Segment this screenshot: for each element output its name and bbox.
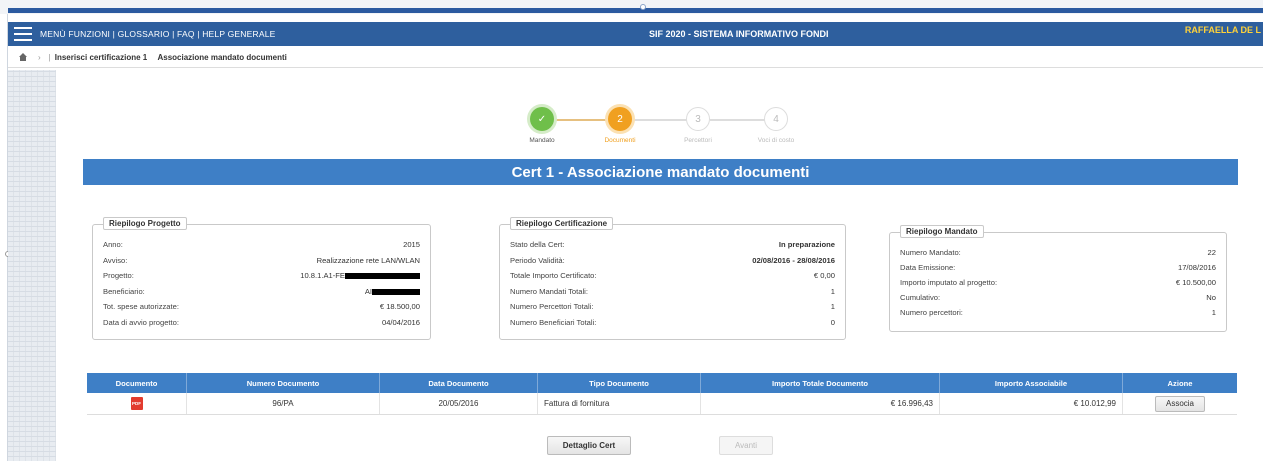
kv-row: Totale Importo Certificato: € 0,00 (510, 271, 835, 280)
user-name[interactable]: RAFFAELLA DE L (1185, 25, 1261, 35)
step-label-voci: Voci di costo (757, 137, 795, 144)
dettaglio-cert-button[interactable]: Dettaglio Cert (547, 436, 631, 455)
kv-row: Numero Beneficiari Totali: 0 (510, 318, 835, 327)
breadcrumb: › | Inserisci certificazione 1 Associazi… (8, 48, 1263, 68)
step-label-percettori: Percettori (684, 137, 712, 144)
redaction-bar (372, 289, 420, 295)
redaction-bar (345, 273, 420, 279)
riepilogo-progetto-box: Riepilogo Progetto Anno: 2015 Avviso: Real… (92, 217, 431, 340)
wizard-stepper: ✓ 2 3 4 Mandato Documenti Percettori Voc… (520, 107, 820, 149)
cell-importo-totale: € 16.996,43 (701, 393, 940, 414)
step-voci-circle: 4 (764, 107, 788, 131)
documenti-table: Documento Numero Documento Data Document… (87, 373, 1237, 415)
riepilogo-mandato-box: Riepilogo Mandato Numero Mandato: 22 Data… (889, 225, 1227, 332)
home-icon[interactable] (18, 53, 28, 62)
step-label-documenti: Documenti (604, 137, 636, 144)
step-percettori-circle: 3 (686, 107, 710, 131)
column-header: Documento (87, 373, 187, 393)
page-title-banner: Cert 1 - Associazione mandato documenti (83, 159, 1238, 185)
column-header: Azione (1167, 378, 1193, 388)
kv-row: Avviso: Realizzazione rete LAN/WLAN (103, 256, 420, 265)
window-top-bar (8, 8, 1263, 13)
kv-row: Data Emissione: 17/08/2016 (900, 263, 1216, 272)
step-connector (632, 119, 692, 121)
kv-row: Stato della Cert: In preparazione (510, 240, 835, 249)
associa-button[interactable]: Associa (1155, 395, 1205, 412)
column-header: Importo Associabile (940, 373, 1123, 393)
kv-row: Cumulativo: No (900, 293, 1216, 302)
kv-row: Numero Mandato: 22 (900, 248, 1216, 257)
cell-importo-associabile: € 10.012,99 (940, 393, 1123, 414)
header-menu-links[interactable]: MENÙ FUNZIONI | GLOSSARIO | FAQ | HELP G… (40, 29, 276, 39)
sidebar-panel (8, 70, 56, 461)
kv-row: Beneficiario: AI (103, 287, 420, 299)
column-header: Data Documento (380, 373, 538, 393)
kv-row: Tot. spese autorizzate: € 18.500,00 (103, 302, 420, 311)
column-header: Numero Documento (187, 373, 380, 393)
pdf-icon[interactable]: PDF (130, 397, 143, 410)
window-top-strip (0, 0, 1263, 14)
kv-row: Progetto: 10.8.1.A1-FE (103, 271, 420, 283)
riepilogo-certificazione-box: Riepilogo Certificazione Stato della Cer… (499, 217, 846, 340)
left-edge (0, 14, 11, 461)
resize-handle[interactable] (640, 4, 646, 10)
table-header: Documento Numero Documento Data Document… (87, 373, 1237, 393)
kv-row: Periodo Validità: 02/08/2016 - 28/08/2016 (510, 256, 835, 265)
table-row: PDF 96/PA 20/05/2016 Fattura di fornitur… (87, 393, 1237, 415)
breadcrumb-item-inserisci[interactable]: Inserisci certificazione 1 (55, 53, 148, 62)
step-documenti-circle[interactable]: 2 (608, 107, 632, 131)
step-connector (710, 119, 770, 121)
step-label-mandato: Mandato (529, 137, 555, 144)
breadcrumb-item-associazione: Associazione mandato documenti (157, 53, 287, 62)
step-connector (554, 119, 614, 121)
kv-row: Data di avvio progetto: 04/04/2016 (103, 318, 420, 327)
box-title: Riepilogo Certificazione (510, 217, 614, 230)
kv-row: Numero percettori: 1 (900, 308, 1216, 317)
kv-row: Importo imputato al progetto: € 10.500,00 (900, 278, 1216, 287)
kv-row: Numero Mandati Totali: 1 (510, 287, 835, 296)
step-mandato-check-icon[interactable]: ✓ (530, 107, 554, 131)
column-header: Importo Totale Documento (701, 373, 940, 393)
cell-data: 20/05/2016 (380, 393, 538, 414)
box-title: Riepilogo Mandato (900, 225, 984, 238)
column-header: Tipo Documento (538, 373, 701, 393)
app-header: MENÙ FUNZIONI | GLOSSARIO | FAQ | HELP G… (8, 22, 1263, 46)
app-title: SIF 2020 - SISTEMA INFORMATIVO FONDI (649, 29, 829, 39)
box-title: Riepilogo Progetto (103, 217, 187, 230)
cell-tipo: Fattura di fornitura (538, 393, 701, 414)
cell-numero: 96/PA (187, 393, 380, 414)
kv-row: Anno: 2015 (103, 240, 420, 249)
hamburger-menu-icon[interactable] (14, 27, 32, 41)
kv-row: Numero Percettori Totali: 1 (510, 302, 835, 311)
avanti-button[interactable]: Avanti (719, 436, 773, 455)
